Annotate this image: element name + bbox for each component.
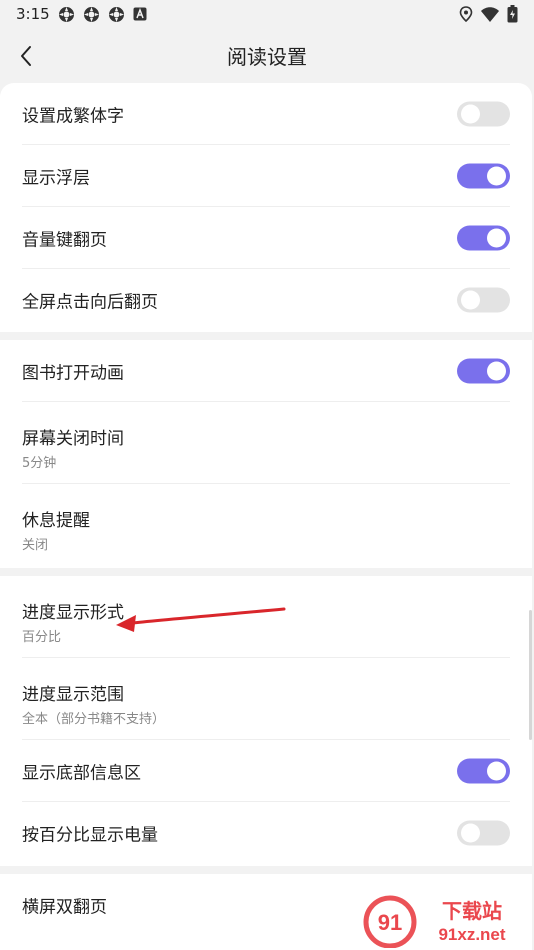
setting-label: 屏幕关闭时间 [22, 429, 124, 449]
toggle-knob [461, 290, 480, 310]
setting-traditional-chinese[interactable]: 设置成繁体字 [22, 83, 510, 145]
setting-value: 5分钟 [22, 456, 57, 471]
settings-section-progress: 进度显示形式 百分比 进度显示范围 全本（部分书籍不支持） 显示底部信息区 按百… [0, 576, 532, 866]
setting-battery-percent[interactable]: 按百分比显示电量 [22, 802, 510, 864]
traditional-chinese-toggle[interactable] [457, 101, 510, 126]
status-bar: 3:15 [0, 0, 534, 28]
show-overlay-toggle[interactable] [457, 163, 510, 188]
svg-text:91xz.net: 91xz.net [438, 925, 505, 944]
toggle-knob [487, 166, 506, 185]
setting-label: 休息提醒 [22, 511, 90, 531]
battery-percent-toggle[interactable] [457, 820, 510, 846]
status-time: 3:15 [16, 5, 50, 23]
app-notification-icon [58, 6, 74, 22]
setting-label: 全屏点击向后翻页 [22, 292, 158, 313]
title-bar: 阅读设置 [0, 28, 534, 82]
setting-label: 进度显示范围 [22, 685, 124, 705]
settings-section-behavior: 图书打开动画 屏幕关闭时间 5分钟 休息提醒 关闭 [0, 340, 532, 568]
a-badge-icon [133, 7, 147, 21]
setting-rest-reminder[interactable]: 休息提醒 关闭 [22, 484, 510, 566]
settings-section-display: 设置成繁体字 显示浮层 音量键翻页 全屏点击向后翻页 [0, 83, 532, 332]
fullscreen-tap-forward-toggle[interactable] [457, 287, 510, 313]
setting-label: 设置成繁体字 [22, 106, 124, 126]
toggle-knob [461, 104, 480, 123]
setting-label: 横屏双翻页 [22, 897, 107, 918]
setting-show-overlay[interactable]: 显示浮层 [22, 145, 510, 207]
setting-bottom-info-area[interactable]: 显示底部信息区 [22, 740, 510, 802]
page-title: 阅读设置 [227, 44, 307, 69]
status-left: 3:15 [16, 5, 147, 23]
setting-label: 显示底部信息区 [22, 763, 141, 783]
setting-volume-key-page[interactable]: 音量键翻页 [22, 207, 510, 269]
toggle-knob [461, 823, 480, 843]
svg-text:下载站: 下载站 [442, 899, 502, 923]
setting-value: 关闭 [22, 538, 49, 553]
toggle-knob [487, 228, 506, 247]
setting-label: 图书打开动画 [22, 363, 124, 383]
setting-progress-format[interactable]: 进度显示形式 百分比 [22, 576, 510, 658]
location-icon [459, 6, 473, 22]
setting-screen-off-time[interactable]: 屏幕关闭时间 5分钟 [22, 402, 510, 484]
book-open-animation-toggle[interactable] [457, 358, 510, 383]
setting-progress-range[interactable]: 进度显示范围 全本（部分书籍不支持） [22, 658, 510, 740]
setting-label: 音量键翻页 [22, 230, 107, 250]
toggle-knob [487, 761, 506, 780]
back-button[interactable] [6, 36, 46, 76]
setting-fullscreen-tap-forward[interactable]: 全屏点击向后翻页 [22, 269, 510, 331]
setting-label: 进度显示形式 [22, 603, 124, 623]
status-right [459, 5, 518, 23]
setting-label: 显示浮层 [22, 168, 90, 188]
svg-text:91: 91 [378, 910, 402, 935]
setting-label: 按百分比显示电量 [22, 825, 158, 846]
scrollbar[interactable] [529, 610, 532, 740]
watermark-logo: 91 下载站 91xz.net [363, 895, 506, 948]
setting-value: 百分比 [22, 630, 62, 645]
wifi-icon [481, 6, 499, 22]
app-notification-icon [83, 6, 99, 22]
chevron-left-icon [21, 46, 31, 66]
bottom-info-area-toggle[interactable] [457, 758, 510, 783]
toggle-knob [487, 361, 506, 380]
setting-value: 全本（部分书籍不支持） [22, 712, 166, 727]
volume-key-page-toggle[interactable] [457, 225, 510, 250]
battery-icon [507, 5, 518, 23]
setting-book-open-animation[interactable]: 图书打开动画 [22, 340, 510, 402]
app-notification-icon [108, 6, 124, 22]
